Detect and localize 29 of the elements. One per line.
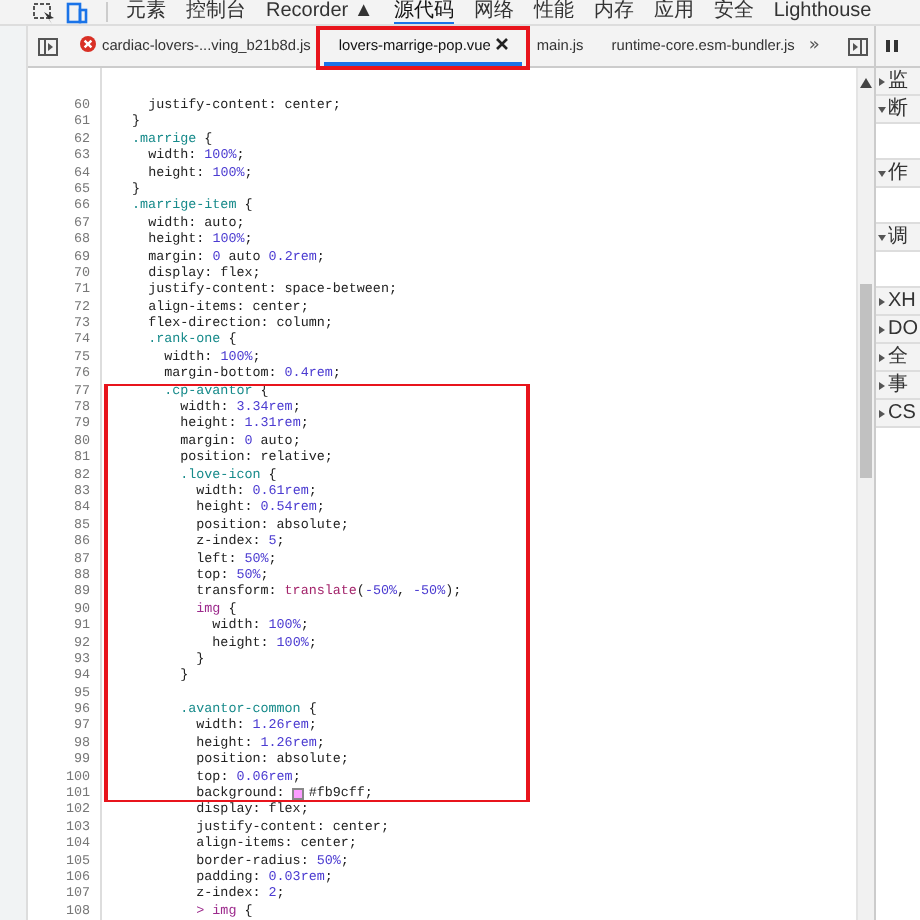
- color-swatch[interactable]: [292, 788, 305, 801]
- device-icon[interactable]: [66, 1, 88, 23]
- panel-toggle-icon[interactable]: [847, 37, 868, 55]
- section-header[interactable]: 调: [876, 224, 920, 252]
- section-header[interactable]: 事: [876, 372, 920, 400]
- error-icon: [80, 36, 96, 52]
- panel-toggle-icon[interactable]: [38, 37, 58, 55]
- scroll-up-icon[interactable]: [860, 78, 872, 88]
- panel-tab[interactable]: 内存: [593, 0, 634, 24]
- panel-tab[interactable]: Recorder ▲: [266, 0, 374, 24]
- section-header[interactable]: 监: [876, 68, 920, 96]
- pause-icon[interactable]: [886, 40, 898, 52]
- panel-tab[interactable]: Lighthouse: [773, 0, 872, 24]
- panel-tab[interactable]: 源代码: [393, 0, 454, 24]
- panel-tab[interactable]: 网络: [473, 0, 514, 24]
- section-header[interactable]: XH: [876, 288, 920, 316]
- section-header[interactable]: 作: [876, 160, 920, 188]
- section-header[interactable]: 全: [876, 344, 920, 372]
- panel-tab[interactable]: 控制台: [186, 0, 246, 24]
- inspect-icon[interactable]: [32, 1, 56, 23]
- scrollbar-thumb[interactable]: [860, 284, 872, 478]
- scrollbar[interactable]: [856, 68, 874, 920]
- section-header[interactable]: DO: [876, 316, 920, 344]
- panel-tab[interactable]: 元素: [126, 0, 166, 24]
- close-icon[interactable]: [496, 38, 509, 50]
- panel-tab[interactable]: 性能: [533, 0, 574, 24]
- section-header[interactable]: 断: [876, 96, 920, 124]
- section-header[interactable]: CS: [876, 400, 920, 428]
- more-tabs-button[interactable]: »: [808, 36, 820, 56]
